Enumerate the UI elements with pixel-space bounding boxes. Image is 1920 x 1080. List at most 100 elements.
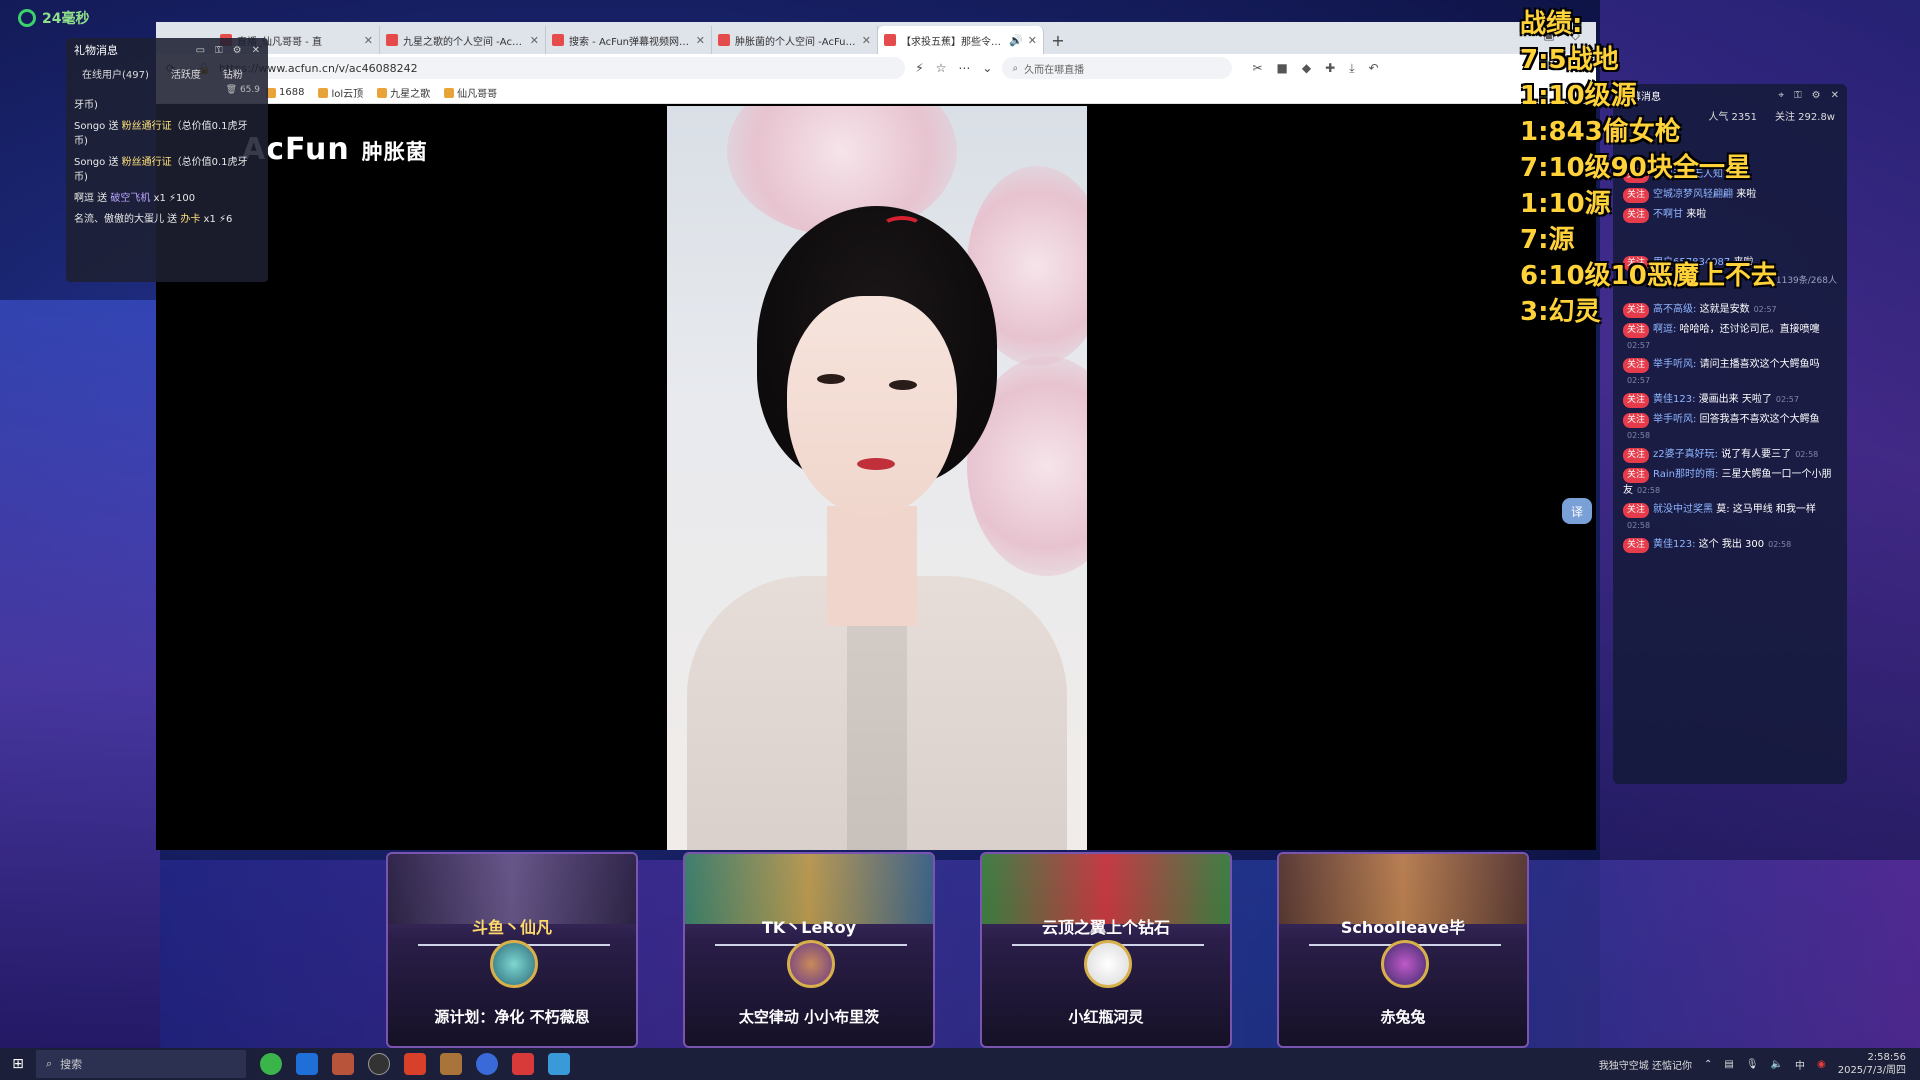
uploader-name: 肿胀菌	[361, 140, 428, 164]
chat-message: 关注 举手听风: 请问主播喜欢这个大鳄鱼吗 02:57	[1613, 355, 1847, 390]
close-icon[interactable]: ✕	[364, 34, 373, 47]
app-steam-icon[interactable]	[368, 1053, 390, 1075]
lightning-icon[interactable]: ⚡	[915, 61, 923, 75]
video-player[interactable]: AcFun 肿胀菌	[156, 106, 1596, 850]
match-record-overlay: 战绩: 7:5战地 1:10级源 1:843偷女枪 7:10级90块全一星 1:…	[1520, 6, 1777, 330]
minimize-icon[interactable]: ▭	[196, 45, 205, 56]
close-icon[interactable]: ✕	[1831, 90, 1839, 101]
face-shape	[787, 296, 957, 516]
app-game-icon[interactable]	[332, 1053, 354, 1075]
system-clock[interactable]: 2:58:56 2025/7/3/周四	[1838, 1051, 1906, 1077]
browser-tab[interactable]: 肿胀菌的个人空间 -AcFun弹幕 ✕	[712, 26, 878, 54]
robe-band-shape	[847, 626, 907, 850]
bookmark-item[interactable]: 仙凡哥哥	[444, 85, 497, 100]
fox-icon[interactable]: ◆	[1302, 61, 1311, 76]
app-tool-icon[interactable]	[548, 1053, 570, 1075]
app-blue-icon[interactable]	[296, 1053, 318, 1075]
chat-user[interactable]: Rain那时的雨:	[1653, 469, 1718, 480]
tab-diamond-fans[interactable]: 钻粉	[223, 66, 243, 81]
close-icon[interactable]: ✕	[696, 34, 705, 47]
gift-line-text: Songo 送	[74, 157, 122, 168]
taskbar-search-input[interactable]: ⌕ 搜索	[36, 1050, 246, 1078]
app-360-icon[interactable]	[260, 1053, 282, 1075]
system-tray: 我独守空城 还惦记你 ⌃ ▤ 🎙 🔈 中 ◉ 2:58:56 2025/7/3/…	[1599, 1048, 1906, 1080]
bookmark-item[interactable]: 1688	[266, 87, 304, 98]
chat-user[interactable]: 黄佳123:	[1653, 539, 1695, 550]
puzzle-icon[interactable]: ✚	[1325, 61, 1335, 76]
player-name: 云顶之翼上个钻石	[1041, 918, 1170, 937]
browser-tab[interactable]: 九星之歌的个人空间 -AcFun弹 ✕	[380, 26, 546, 54]
tray-song-text: 我独守空城 还惦记你	[1598, 1060, 1692, 1072]
chat-text: 说了有人要三了	[1721, 449, 1792, 460]
undo-icon[interactable]: ↶	[1369, 61, 1379, 76]
browser-tab-active[interactable]: 【求投五蕉】那些令人心动 🔊 ✕	[878, 26, 1044, 54]
close-icon[interactable]: ✕	[862, 34, 871, 47]
wallpaper-shape	[0, 300, 160, 1060]
close-icon[interactable]: ✕	[1028, 34, 1037, 47]
antivirus-icon[interactable]: ◉	[1817, 1059, 1826, 1070]
tab-activity[interactable]: 活跃度	[171, 66, 201, 81]
app-g-icon[interactable]	[404, 1053, 426, 1075]
scissors-icon[interactable]: ✂	[1252, 61, 1262, 76]
search-icon: ⌕	[46, 1057, 53, 1070]
gift-line: 牙币)	[66, 95, 268, 116]
chat-user[interactable]: 举手听风:	[1653, 414, 1696, 425]
translate-button[interactable]: 译	[1562, 498, 1592, 524]
pin-icon[interactable]: ⌖	[1778, 90, 1784, 101]
chevron-up-icon[interactable]: ⌃	[1704, 1059, 1712, 1070]
team-logo-icon	[1084, 940, 1132, 988]
record-line: 战绩:	[1520, 9, 1583, 39]
gift-line: 名流、傲傲的大蛋儿 送 办卡 x1 ⚡6	[66, 209, 268, 230]
app-obs-icon[interactable]	[440, 1053, 462, 1075]
clock-date: 2025/7/3/周四	[1837, 1065, 1906, 1076]
chat-user[interactable]: 举手听风:	[1653, 359, 1696, 370]
windows-start-icon[interactable]: ⊞	[0, 1056, 36, 1072]
extension-icon[interactable]: ■	[1277, 61, 1288, 76]
close-icon[interactable]: ✕	[530, 34, 539, 47]
bookmark-item[interactable]: lol云顶	[318, 85, 363, 100]
search-input[interactable]: ⌕ 久而在哪直播	[1002, 57, 1233, 79]
gear-icon[interactable]: ⚙	[233, 45, 242, 56]
gift-panel-header: 礼物消息 ▭ ⚿ ⚙ ✕	[66, 38, 268, 62]
timer-icon	[18, 9, 36, 27]
tab-online-users[interactable]: 在线用户(497)	[82, 66, 149, 81]
bookmark-item[interactable]: 九星之歌	[377, 85, 430, 100]
network-icon[interactable]: ▤	[1724, 1059, 1733, 1070]
volume-icon[interactable]: 🔈	[1771, 1059, 1783, 1070]
chevron-down-icon[interactable]: ⌄	[982, 61, 992, 75]
follow-badge: 关注	[1623, 468, 1650, 483]
lock-icon[interactable]: ⚿	[215, 45, 223, 56]
browser-tab[interactable]: 搜索 - AcFun弹幕视频网 - 认 ✕	[546, 26, 712, 54]
ribbon-shape	[882, 216, 922, 236]
ime-indicator[interactable]: 中	[1795, 1057, 1805, 1072]
app-red-icon[interactable]	[512, 1053, 534, 1075]
star-icon[interactable]: ☆	[936, 61, 947, 75]
search-icon: ⌕	[1012, 62, 1019, 74]
tab-title: 肿胀菌的个人空间 -AcFun弹幕	[735, 36, 857, 48]
speaker-icon[interactable]: 🔊	[1009, 34, 1023, 47]
chat-user[interactable]: 就没中过奖黑	[1653, 504, 1713, 515]
followers: 关注 292.8w	[1775, 112, 1835, 123]
avatar-emblem-icon	[787, 940, 835, 988]
bookmark-label: 九星之歌	[390, 89, 431, 100]
download-icon[interactable]: ⤓	[1349, 61, 1354, 76]
app-k-icon[interactable]	[476, 1053, 498, 1075]
rank-emblem-icon	[490, 940, 538, 988]
deck-name: 赤兔兔	[1380, 1008, 1426, 1026]
close-icon[interactable]: ✕	[252, 45, 260, 56]
tab-favicon-icon	[386, 34, 398, 46]
mic-icon[interactable]: 🎙	[1746, 1059, 1759, 1070]
more-icon[interactable]: ⋯	[958, 61, 970, 75]
lock-icon[interactable]: ⚿	[1794, 90, 1802, 101]
url-field[interactable]: 🔒 https://www.acfun.cn/v/ac46088242	[185, 57, 906, 79]
chat-message: 关注 举手听风: 回答我喜不喜欢这个大鳄鱼 02:58	[1613, 410, 1847, 445]
address-tools: ⚡ ☆ ⋯ ⌄	[915, 61, 992, 75]
gift-line: 啊逗 送 破空飞机 x1 ⚡100	[66, 188, 268, 209]
tab-favicon-icon	[552, 34, 564, 46]
chat-user[interactable]: 黄佳123:	[1653, 394, 1695, 405]
chat-message: 关注 黄佳123: 这个 我出 300 02:58	[1613, 535, 1847, 555]
new-tab-button[interactable]: +	[1044, 26, 1072, 54]
chat-user[interactable]: z2婆子真好玩:	[1653, 449, 1718, 460]
gear-icon[interactable]: ⚙	[1812, 90, 1821, 101]
lip-shape	[857, 458, 895, 470]
